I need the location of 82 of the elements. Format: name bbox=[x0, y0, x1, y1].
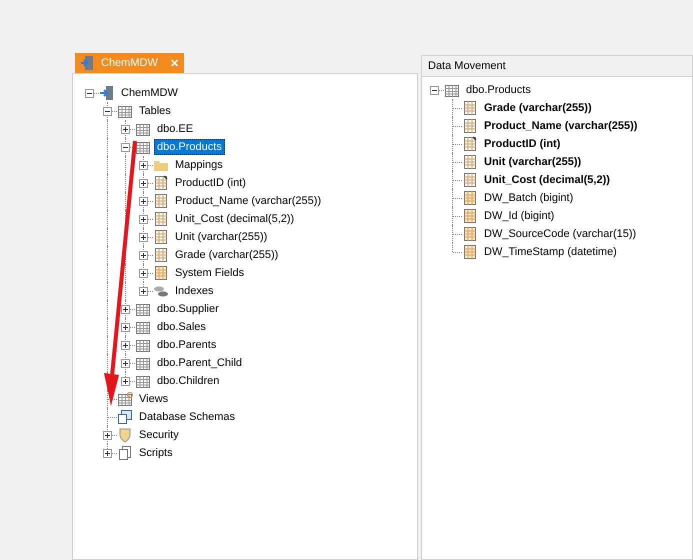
tab-label: ChemMDW bbox=[101, 57, 158, 69]
tree-item[interactable]: Indexes bbox=[172, 283, 217, 299]
tree-item[interactable]: Views bbox=[136, 391, 172, 407]
tree-item[interactable]: dbo.Products bbox=[463, 82, 534, 98]
table-icon bbox=[135, 301, 151, 317]
tree-item[interactable]: ChemMDW bbox=[118, 85, 181, 101]
column-icon bbox=[153, 265, 169, 281]
expander-icon[interactable] bbox=[139, 197, 148, 206]
column-icon bbox=[462, 100, 478, 116]
column-icon bbox=[462, 244, 478, 260]
key-column-icon bbox=[153, 175, 169, 191]
column-icon bbox=[153, 247, 169, 263]
tree-item[interactable]: Tables bbox=[136, 103, 174, 119]
table-icon bbox=[135, 139, 151, 155]
tree-item[interactable]: Database Schemas bbox=[136, 409, 238, 425]
expander-icon[interactable] bbox=[139, 179, 148, 188]
tree-item[interactable]: dbo.Children bbox=[154, 373, 222, 389]
table-icon bbox=[135, 319, 151, 335]
expander-icon[interactable] bbox=[121, 125, 130, 134]
shield-icon bbox=[117, 427, 133, 443]
column-icon bbox=[462, 172, 478, 188]
expander-icon[interactable] bbox=[139, 215, 148, 224]
tree-item[interactable]: Mappings bbox=[172, 157, 226, 173]
tables-icon bbox=[117, 103, 133, 119]
tree-item[interactable]: dbo.Supplier bbox=[154, 301, 222, 317]
expander-icon[interactable] bbox=[121, 359, 130, 368]
table-icon bbox=[444, 82, 460, 98]
expander-icon[interactable] bbox=[121, 377, 130, 386]
expander-icon[interactable] bbox=[121, 305, 130, 314]
tree-item[interactable]: Unit (varchar(255)) bbox=[172, 229, 270, 245]
column-icon bbox=[462, 208, 478, 224]
expander-icon[interactable] bbox=[121, 143, 130, 152]
column-icon bbox=[462, 226, 478, 242]
expander-icon[interactable] bbox=[139, 269, 148, 278]
scripts-icon bbox=[117, 445, 133, 461]
expander-icon[interactable] bbox=[139, 233, 148, 242]
column-icon bbox=[153, 229, 169, 245]
tree-item[interactable]: DW_TimeStamp (datetime) bbox=[481, 244, 620, 260]
database-icon bbox=[80, 55, 94, 71]
expander-icon[interactable] bbox=[103, 449, 112, 458]
tree-item[interactable]: dbo.Sales bbox=[154, 319, 209, 335]
tree-item[interactable]: Security bbox=[136, 427, 182, 443]
tree-item[interactable]: Grade (varchar(255)) bbox=[481, 100, 595, 116]
database-icon bbox=[99, 85, 115, 101]
table-icon bbox=[135, 355, 151, 371]
tree-item[interactable]: dbo.Products bbox=[154, 139, 225, 155]
expander-icon[interactable] bbox=[121, 323, 130, 332]
tree-item[interactable]: ProductID (int) bbox=[481, 136, 564, 152]
tree-item[interactable]: Unit_Cost (decimal(5,2)) bbox=[172, 211, 298, 227]
tree-item[interactable]: DW_SourceCode (varchar(15)) bbox=[481, 226, 640, 242]
table-icon bbox=[135, 121, 151, 137]
expander-icon[interactable] bbox=[85, 89, 94, 98]
expander-icon[interactable] bbox=[139, 161, 148, 170]
tree-item[interactable]: dbo.Parents bbox=[154, 337, 220, 353]
expander-icon[interactable] bbox=[139, 287, 148, 296]
expander-icon[interactable] bbox=[139, 251, 148, 260]
table-icon bbox=[135, 337, 151, 353]
table-icon bbox=[135, 373, 151, 389]
column-icon bbox=[153, 193, 169, 209]
key-column-icon bbox=[462, 136, 478, 152]
tree-item[interactable]: ProductID (int) bbox=[172, 175, 249, 191]
expander-icon[interactable] bbox=[103, 107, 112, 116]
tree-item[interactable]: Grade (varchar(255)) bbox=[172, 247, 282, 263]
tree-item[interactable]: Scripts bbox=[136, 445, 176, 461]
column-icon bbox=[462, 154, 478, 170]
expander-icon[interactable] bbox=[430, 86, 439, 95]
tree-item[interactable]: Product_Name (varchar(255)) bbox=[172, 193, 324, 209]
expander-icon[interactable] bbox=[103, 431, 112, 440]
tree-item[interactable]: System Fields bbox=[172, 265, 248, 281]
tree-item[interactable]: dbo.Parent_Child bbox=[154, 355, 246, 371]
tree-item[interactable]: DW_Id (bigint) bbox=[481, 208, 558, 224]
column-icon bbox=[153, 211, 169, 227]
views-icon bbox=[117, 391, 133, 407]
tree-item[interactable]: Unit_Cost (decimal(5,2)) bbox=[481, 172, 613, 188]
schemas-icon bbox=[117, 409, 133, 425]
tree-item[interactable]: DW_Batch (bigint) bbox=[481, 190, 576, 206]
column-icon bbox=[462, 190, 478, 206]
tree-item[interactable]: dbo.EE bbox=[154, 121, 196, 137]
column-icon bbox=[462, 118, 478, 134]
expander-icon[interactable] bbox=[121, 341, 130, 350]
tree-item[interactable]: Product_Name (varchar(255)) bbox=[481, 118, 640, 134]
tree-item[interactable]: Unit (varchar(255)) bbox=[481, 154, 584, 170]
